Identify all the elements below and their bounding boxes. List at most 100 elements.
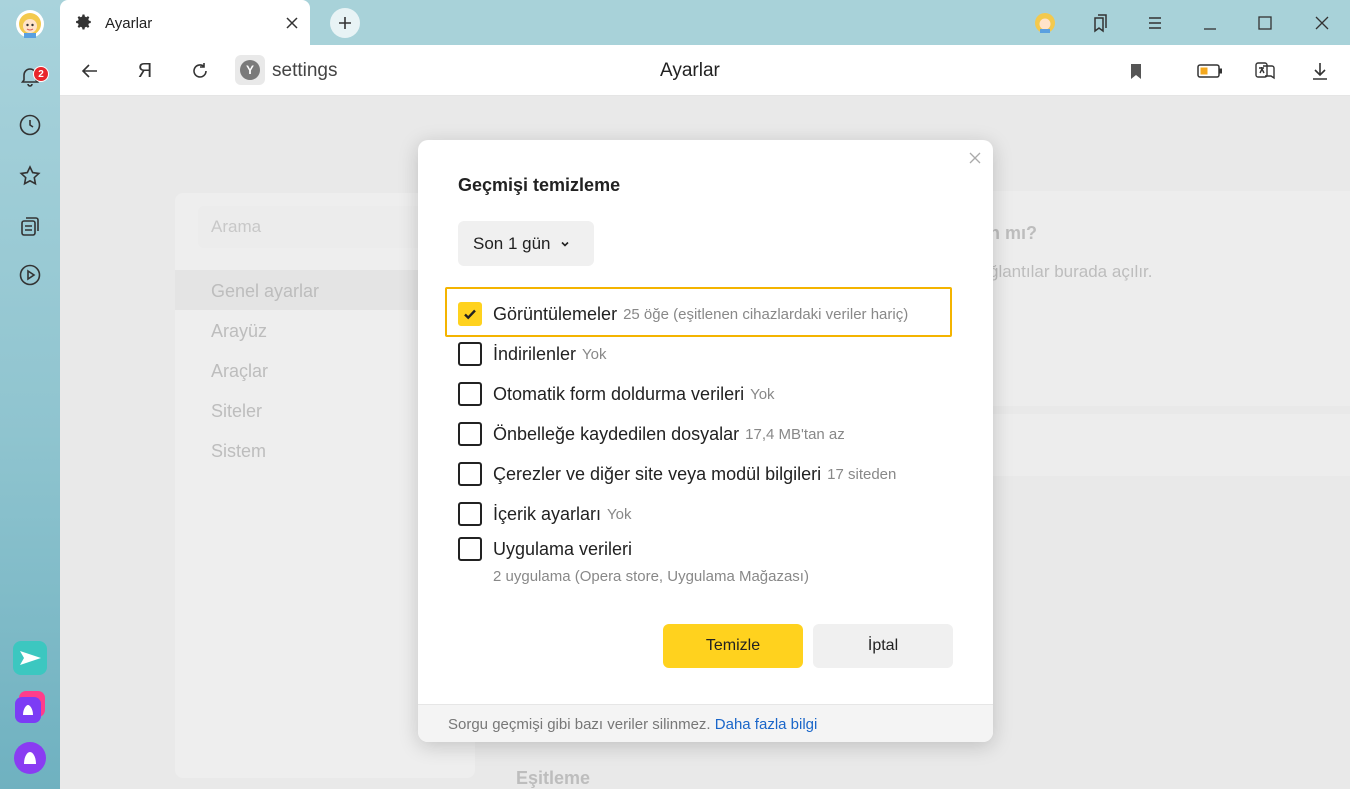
bookmarks-panel-icon xyxy=(1094,14,1107,33)
clear-button[interactable]: Temizle xyxy=(663,624,803,668)
gear-icon xyxy=(76,14,91,30)
tab-settings[interactable]: Ayarlar xyxy=(60,0,310,45)
profile-mini-avatar[interactable] xyxy=(1032,10,1058,36)
arrow-left-icon xyxy=(81,64,97,78)
close-icon[interactable] xyxy=(968,151,982,165)
clear-history-dialog: Geçmişi temizleme Son 1 gün Görüntülemel… xyxy=(418,140,993,742)
bg-sync-heading: Eşitleme xyxy=(516,768,591,788)
profile-avatar[interactable] xyxy=(12,6,48,42)
checkbox-downloads[interactable] xyxy=(458,342,482,366)
page-title: Ayarlar xyxy=(660,60,720,81)
translate-icon xyxy=(1255,62,1275,80)
dialog-footer: Sorgu geçmişi gibi bazı veriler silinmez… xyxy=(418,704,993,742)
close-icon xyxy=(1315,16,1329,30)
alice-assistant-button[interactable] xyxy=(12,740,48,776)
tab-strip: Ayarlar xyxy=(60,0,1350,45)
checkbox-app-data[interactable] xyxy=(458,537,482,561)
browser-toolbar: Я Y settings Ayarlar xyxy=(60,45,1350,96)
option-content-settings[interactable]: İçerik ayarları Yok xyxy=(458,501,632,527)
reload-button[interactable] xyxy=(186,57,214,85)
nav-item-tools[interactable]: Araçlar xyxy=(211,361,268,382)
messenger-app-button[interactable] xyxy=(12,640,48,676)
history-button[interactable] xyxy=(12,107,48,143)
store-app-button[interactable] xyxy=(12,690,48,726)
option-views[interactable]: Görüntülemeler 25 öğe (eşitlenen cihazla… xyxy=(458,301,908,327)
checkbox-cache[interactable] xyxy=(458,422,482,446)
checkbox-content-settings[interactable] xyxy=(458,502,482,526)
collections-button[interactable] xyxy=(12,208,48,244)
favorites-button[interactable] xyxy=(12,158,48,194)
battery-icon xyxy=(1197,64,1222,78)
bg-section-text: ğlantılar burada açılır. xyxy=(989,262,1153,281)
yandex-home-button[interactable]: Я xyxy=(131,57,159,85)
play-icon xyxy=(19,264,41,286)
option-downloads[interactable]: İndirilenler Yok xyxy=(458,341,607,367)
option-label: Önbelleğe kaydedilen dosyalar xyxy=(493,423,740,444)
option-label: Otomatik form doldurma verileri xyxy=(493,383,745,404)
cancel-button[interactable]: İptal xyxy=(813,624,953,668)
new-tab-button[interactable] xyxy=(330,8,360,38)
option-note: Yok xyxy=(750,385,775,403)
maximize-button[interactable] xyxy=(1252,10,1278,36)
nav-item-system[interactable]: Sistem xyxy=(211,441,266,462)
media-button[interactable] xyxy=(12,257,48,293)
collections-icon xyxy=(21,217,39,236)
site-identity-button[interactable]: Y xyxy=(235,55,265,85)
period-dropdown[interactable]: Son 1 gün xyxy=(458,221,594,266)
nav-item-sites[interactable]: Siteler xyxy=(211,401,262,422)
option-note: 17 siteden xyxy=(827,465,897,483)
period-value: Son 1 gün xyxy=(473,233,551,253)
option-cache[interactable]: Önbelleğe kaydedilen dosyalar 17,4 MB'ta… xyxy=(458,421,845,447)
option-note: 17,4 MB'tan az xyxy=(745,425,845,443)
tab-title: Ayarlar xyxy=(105,15,153,32)
address-bar[interactable]: settings xyxy=(272,60,337,82)
checkmark-icon xyxy=(464,309,476,320)
option-label: Çerezler ve diğer site veya modül bilgil… xyxy=(493,463,822,484)
option-label: İndirilenler xyxy=(493,343,577,364)
close-icon[interactable] xyxy=(282,13,302,33)
option-app-data[interactable]: Uygulama verileri xyxy=(458,536,632,562)
alice-icon xyxy=(14,742,46,774)
notifications-button[interactable]: 2 xyxy=(12,58,49,94)
tabs-list-button[interactable] xyxy=(1087,10,1113,36)
footer-text: Sorgu geçmişi gibi bazı veriler silinmez… xyxy=(448,716,711,733)
bookmark-icon xyxy=(1131,64,1141,79)
option-cookies[interactable]: Çerezler ve diğer site veya modül bilgil… xyxy=(458,461,896,487)
translate-button[interactable] xyxy=(1251,57,1279,85)
checkbox-autofill[interactable] xyxy=(458,382,482,406)
nav-item-interface[interactable]: Arayüz xyxy=(211,321,267,342)
footer-note: Sorgu geçmişi gibi bazı veriler silinmez… xyxy=(448,716,817,733)
minimize-icon xyxy=(1204,28,1216,30)
dialog-title: Geçmişi temizleme xyxy=(458,175,621,195)
option-note: Yok xyxy=(582,345,607,363)
option-label: İçerik ayarları xyxy=(493,503,602,524)
bg-section-heading: n mı? xyxy=(989,223,1037,243)
checkbox-views[interactable] xyxy=(458,302,482,326)
app-data-note: 2 uygulama (Opera store, Uygulama Mağaza… xyxy=(493,568,809,585)
star-icon xyxy=(19,165,41,186)
menu-button[interactable] xyxy=(1142,10,1168,36)
option-autofill[interactable]: Otomatik form doldurma verileri Yok xyxy=(458,381,775,407)
left-sidebar: 2 xyxy=(0,0,60,789)
downloads-button[interactable] xyxy=(1306,57,1334,85)
option-label: Görüntülemeler xyxy=(493,303,618,324)
battery-saver-button[interactable] xyxy=(1196,57,1224,85)
plus-icon xyxy=(339,17,351,29)
notification-badge: 2 xyxy=(33,66,49,82)
nav-item-general[interactable]: Genel ayarlar xyxy=(211,281,319,302)
back-button[interactable] xyxy=(76,57,104,85)
option-note: Yok xyxy=(607,505,632,523)
store-app-icon xyxy=(15,691,45,723)
option-label: Uygulama verileri xyxy=(493,538,633,559)
yandex-y-icon: Y xyxy=(240,60,260,80)
download-icon xyxy=(1313,63,1327,80)
window-close-button[interactable] xyxy=(1309,10,1335,36)
reload-icon xyxy=(193,63,207,78)
checkbox-cookies[interactable] xyxy=(458,462,482,486)
learn-more-link[interactable]: Daha fazla bilgi xyxy=(715,716,818,733)
minimize-button[interactable] xyxy=(1197,10,1223,36)
settings-search-placeholder: Arama xyxy=(211,217,262,236)
chevron-down-icon xyxy=(560,241,569,247)
maximize-icon xyxy=(1258,16,1272,30)
bookmark-button[interactable] xyxy=(1122,57,1150,85)
